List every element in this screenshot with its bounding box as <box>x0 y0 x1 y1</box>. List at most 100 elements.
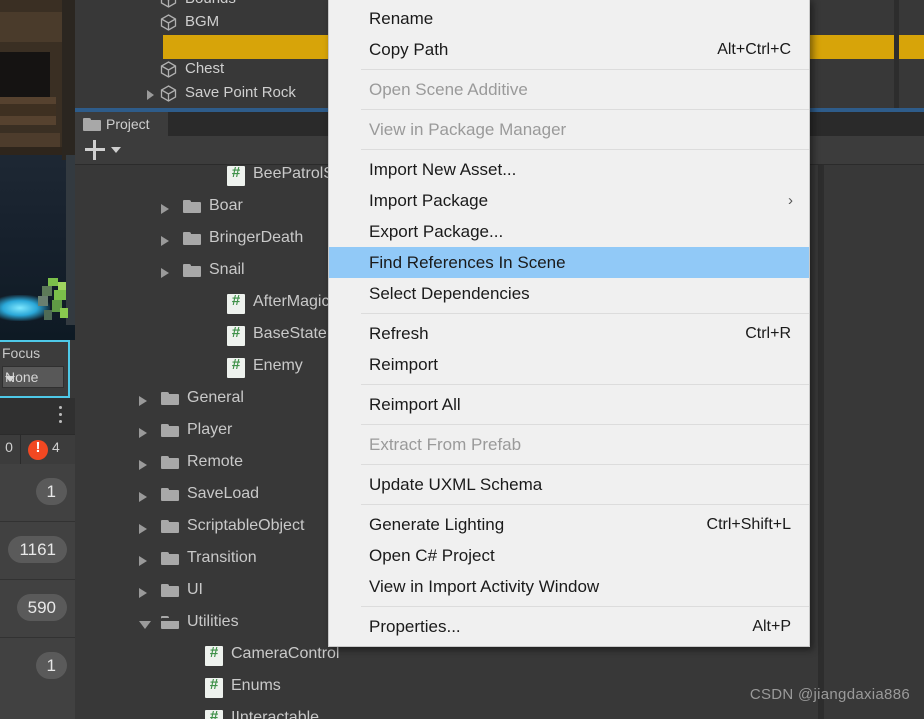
menu-item: View in Package Manager <box>329 114 809 145</box>
menu-item[interactable]: Generate Lighting Ctrl+Shift+L <box>329 509 809 540</box>
error-circle-icon[interactable] <box>28 439 48 460</box>
menu-item[interactable]: Reimport <box>329 349 809 380</box>
menu-item[interactable]: Find References In Scene <box>329 247 809 278</box>
menu-item-shortcut: Ctrl+Shift+L <box>706 516 791 533</box>
log-count-badge: 1161 <box>8 536 67 563</box>
focus-control-overlay: Focus None <box>0 340 70 398</box>
chevron-right-icon[interactable] <box>139 556 147 566</box>
menu-item[interactable]: Update UXML Schema <box>329 469 809 500</box>
menu-item-shortcut: Alt+Ctrl+C <box>717 41 791 58</box>
menu-item-label: Properties... <box>369 617 461 636</box>
plus-icon[interactable] <box>85 140 105 160</box>
cube-icon <box>160 85 177 102</box>
menu-item-label: Refresh <box>369 324 429 343</box>
menu-separator <box>361 149 809 150</box>
tree-row-label: CameraControl <box>231 645 340 662</box>
scene-floor-shadow <box>0 147 62 155</box>
chevron-right-icon[interactable] <box>161 204 169 214</box>
chevron-right-icon[interactable] <box>161 236 169 246</box>
cs-script-icon <box>227 292 245 319</box>
menu-item-label: Reimport <box>369 355 438 374</box>
folder-icon <box>183 231 201 250</box>
folder-icon <box>161 391 179 410</box>
chevron-right-icon[interactable] <box>139 524 147 534</box>
menu-item-label: Find References In Scene <box>369 253 566 272</box>
folder-icon <box>161 583 179 602</box>
tree-row-label: Utilities <box>187 613 239 630</box>
menu-item-label: Rename <box>369 9 434 28</box>
hierarchy-item-label: Chest <box>185 60 225 77</box>
folder-icon <box>161 423 179 442</box>
folder-icon <box>161 455 179 474</box>
menu-item-label: Extract From Prefab <box>369 435 522 454</box>
tree-row-label: General <box>187 389 244 406</box>
menu-item[interactable]: Copy Path Alt+Ctrl+C <box>329 34 809 65</box>
folder-icon <box>161 551 179 570</box>
menu-item[interactable]: Open C# Project <box>329 540 809 571</box>
tree-row-label: Remote <box>187 453 244 470</box>
tree-row-label: UI <box>187 581 203 598</box>
menu-separator <box>361 504 809 505</box>
chevron-right-icon[interactable] <box>147 90 154 100</box>
console-log-row[interactable]: 1 <box>0 464 75 522</box>
focus-label: Focus <box>2 345 41 361</box>
kebab-menu-icon[interactable] <box>59 406 63 426</box>
scene-view[interactable] <box>0 0 75 340</box>
cube-icon <box>160 61 177 78</box>
console-log-row[interactable]: 590 <box>0 580 75 638</box>
hierarchy-item-label: BGM <box>185 13 220 30</box>
menu-separator <box>361 313 809 314</box>
chevron-down-icon[interactable] <box>139 621 151 629</box>
chevron-right-icon[interactable] <box>139 396 147 406</box>
tree-row-label: Enemy <box>253 357 303 374</box>
focus-dropdown[interactable]: None <box>2 366 64 388</box>
menu-item-shortcut: Ctrl+R <box>745 325 791 342</box>
unity-editor-window: Focus None 0 4 1 1161 590 1 <box>0 0 924 719</box>
menu-item-label: Generate Lighting <box>369 515 505 534</box>
chevron-right-icon[interactable] <box>139 492 147 502</box>
menu-item-label: Open C# Project <box>369 546 495 565</box>
console-log-row[interactable]: 1161 <box>0 522 75 580</box>
scene-foliage <box>38 278 72 323</box>
menu-item[interactable]: Select Dependencies <box>329 278 809 309</box>
hierarchy-item-label: Bounds <box>185 0 236 7</box>
tab-project[interactable]: Project <box>75 112 168 136</box>
menu-item[interactable]: Import New Asset... <box>329 154 809 185</box>
tree-row-label: Snail <box>209 261 245 278</box>
console-toolbar <box>0 398 75 434</box>
menu-item[interactable]: Refresh Ctrl+R <box>329 318 809 349</box>
log-count-badge: 1 <box>35 652 67 679</box>
menu-item-label: Import Package <box>369 191 489 210</box>
menu-separator <box>361 606 809 607</box>
menu-item[interactable]: Export Package... <box>329 216 809 247</box>
menu-item[interactable]: View in Import Activity Window <box>329 571 809 602</box>
menu-item-label: Import New Asset... <box>369 160 517 179</box>
cs-script-icon <box>205 676 223 703</box>
chevron-right-icon[interactable] <box>139 428 147 438</box>
hierarchy-item-label: Save Point Rock <box>185 84 296 101</box>
chevron-right-icon[interactable] <box>139 460 147 470</box>
chevron-right-icon[interactable] <box>161 268 169 278</box>
console-log-row[interactable]: 1 <box>0 638 75 719</box>
cube-icon <box>160 14 177 31</box>
menu-item-label: View in Package Manager <box>369 120 567 139</box>
scene-wall-beam <box>0 12 62 42</box>
chevron-down-icon <box>5 376 15 382</box>
folder-icon <box>183 263 201 282</box>
tree-row-label: ScriptableObject <box>187 517 305 534</box>
menu-item[interactable]: Rename <box>329 3 809 34</box>
menu-item[interactable]: Import Package › <box>329 185 809 216</box>
hierarchy-scrollbar[interactable] <box>894 0 899 108</box>
menu-item: Open Scene Additive <box>329 74 809 105</box>
folder-icon <box>83 117 101 131</box>
chevron-right-icon[interactable] <box>139 588 147 598</box>
chevron-down-icon[interactable] <box>111 147 121 153</box>
scene-window-shade <box>0 104 56 116</box>
tree-row[interactable]: IInteractable <box>75 704 924 719</box>
menu-item[interactable]: Reimport All <box>329 389 809 420</box>
menu-separator <box>361 424 809 425</box>
menu-item[interactable]: Properties... Alt+P <box>329 611 809 642</box>
console-panel: 0 4 1 1161 590 1 <box>0 398 75 719</box>
menu-separator <box>361 109 809 110</box>
menu-item-label: Open Scene Additive <box>369 80 528 99</box>
